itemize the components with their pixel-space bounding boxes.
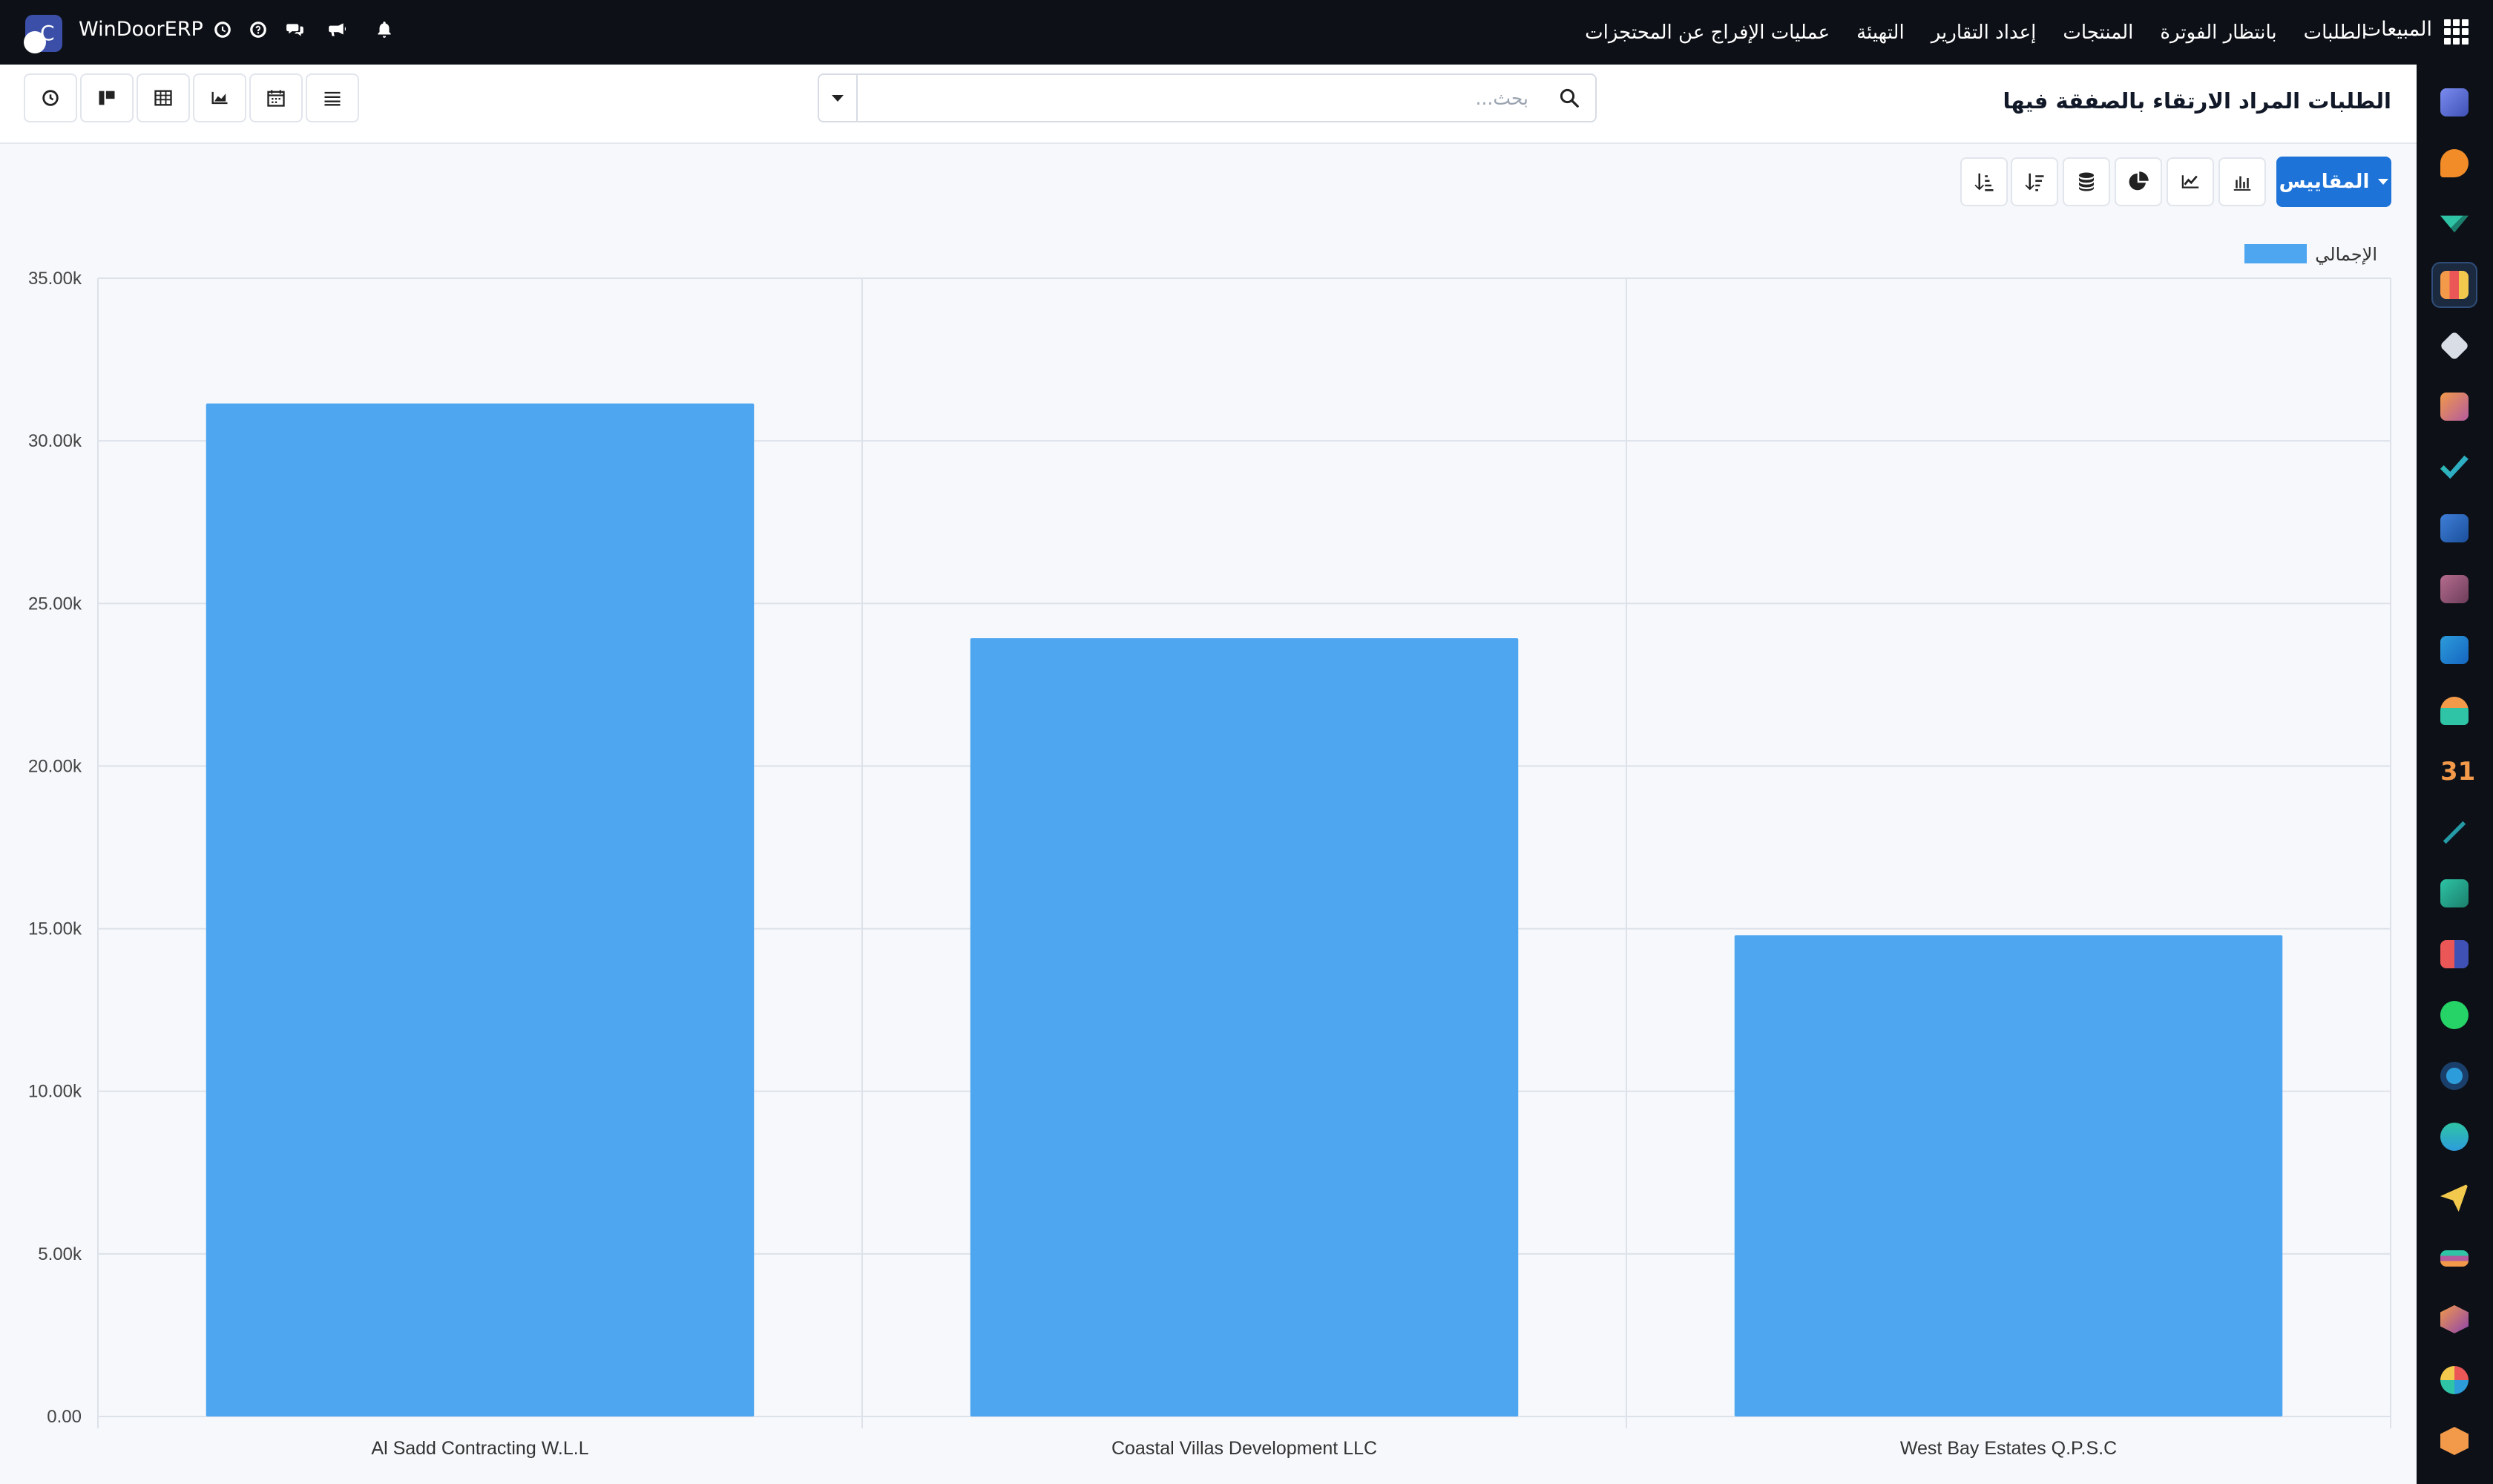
- studio-app-icon[interactable]: [2431, 1418, 2477, 1464]
- sign-app-icon[interactable]: [2431, 810, 2477, 856]
- sort-descending-button[interactable]: [2011, 157, 2058, 206]
- page-title: الطلبات المراد الارتقاء بالصفقة فيها: [2003, 88, 2391, 114]
- products-app-icon[interactable]: [2431, 384, 2477, 430]
- view-pivot-button[interactable]: [137, 73, 190, 122]
- bell-icon[interactable]: [372, 18, 396, 42]
- measures-dropdown-button[interactable]: المقاييس: [2276, 157, 2391, 207]
- search-icon[interactable]: [1558, 87, 1580, 109]
- bar-chart-icon: [2233, 176, 2251, 191]
- inventory-app-icon[interactable]: [2431, 323, 2477, 369]
- table-icon: [154, 90, 172, 106]
- line-chart-button[interactable]: [2167, 157, 2214, 206]
- caret-down-icon: [2378, 179, 2389, 185]
- announcement-icon[interactable]: [325, 18, 349, 42]
- menu-item-orders[interactable]: الطلبات: [2304, 22, 2367, 44]
- view-graph-button[interactable]: [193, 73, 246, 122]
- top-navbar: C WinDoorERP الطلبات بانتظار الفوترة الم…: [0, 0, 2493, 65]
- tasks-app-icon[interactable]: [2431, 444, 2477, 490]
- x-tick-label: Al Sadd Contracting W.L.L: [371, 1438, 588, 1459]
- caret-down-icon: [832, 94, 844, 102]
- discuss-app-icon[interactable]: [2431, 140, 2477, 186]
- company-logo-icon[interactable]: C: [24, 15, 62, 53]
- helpdesk-app-icon[interactable]: [2431, 1357, 2477, 1403]
- pie-chart-icon: [2129, 171, 2149, 191]
- dashboard-app-icon[interactable]: [2431, 931, 2477, 977]
- pie-chart-button[interactable]: [2115, 157, 2162, 206]
- view-activity-button[interactable]: [24, 73, 77, 122]
- view-kanban-button[interactable]: [80, 73, 134, 122]
- manufacturing-app-icon[interactable]: [2431, 1296, 2477, 1342]
- company-name[interactable]: WinDoorERP: [79, 18, 203, 41]
- line-chart-icon: [2181, 175, 2199, 188]
- menu-item-configuration[interactable]: التهيئة: [1856, 22, 1905, 44]
- y-tick-label: 5.00k: [38, 1244, 82, 1264]
- bar-chart-button[interactable]: [2218, 157, 2266, 206]
- menu-item-to-invoice[interactable]: بانتظار الفوترة: [2160, 22, 2276, 44]
- knowledge-app-icon[interactable]: [2431, 505, 2477, 551]
- menu-item-products[interactable]: المنتجات: [2063, 22, 2133, 44]
- y-tick-label: 20.00k: [28, 756, 82, 776]
- measures-label: المقاييس: [2279, 171, 2370, 193]
- search-bar[interactable]: [818, 73, 1597, 122]
- bar[interactable]: [1734, 935, 2283, 1416]
- whatsapp-app-icon[interactable]: [2431, 992, 2477, 1038]
- legend-label[interactable]: الإجمالي: [2315, 244, 2377, 265]
- stacked-button[interactable]: [2063, 157, 2110, 206]
- email-marketing-app-icon[interactable]: [2431, 1175, 2477, 1221]
- employees-app-icon[interactable]: [2431, 688, 2477, 734]
- y-tick-label: 30.00k: [28, 431, 82, 451]
- y-tick-label: 15.00k: [28, 919, 82, 939]
- clock-icon[interactable]: [211, 18, 234, 42]
- package-app-icon[interactable]: [2431, 566, 2477, 612]
- menu-item-retention-release[interactable]: عمليات الإفراج عن المحتجزات: [1585, 22, 1830, 44]
- y-tick-label: 10.00k: [28, 1082, 82, 1102]
- app-sidebar: 31: [2417, 65, 2493, 1484]
- y-tick-label: 35.00k: [28, 269, 82, 289]
- y-tick-label: 25.00k: [28, 594, 82, 614]
- view-list-button[interactable]: [306, 73, 359, 122]
- view-calendar-button[interactable]: [249, 73, 303, 122]
- bar[interactable]: [206, 403, 755, 1416]
- contacts-app-icon[interactable]: [2431, 870, 2477, 916]
- sort-descending-icon: [2025, 173, 2044, 191]
- sort-ascending-button[interactable]: [1960, 157, 2008, 206]
- sort-ascending-icon: [1974, 173, 1994, 191]
- x-tick-label: Coastal Villas Development LLC: [1111, 1438, 1377, 1459]
- mail-app-icon[interactable]: [2431, 79, 2477, 125]
- bar-chart: 0.00 5.00k 10.00k 15.00k 20.00k 25.00k 30.00k 3…: [28, 244, 2391, 1459]
- invoicing-app-icon[interactable]: [2431, 627, 2477, 673]
- y-tick-label: 0.00: [47, 1407, 82, 1427]
- website-app-icon[interactable]: [2431, 1114, 2477, 1160]
- search-options-toggle[interactable]: [819, 75, 858, 121]
- x-tick-label: West Bay Estates Q.P.S.C: [1900, 1438, 2117, 1459]
- calendar-app-icon[interactable]: 31: [2431, 749, 2477, 795]
- legend-swatch[interactable]: [2244, 244, 2307, 263]
- chat-icon[interactable]: [283, 18, 307, 42]
- menu-item-reporting[interactable]: إعداد التقارير: [1931, 22, 2037, 44]
- area-chart-icon: [211, 91, 228, 105]
- search-input[interactable]: [861, 81, 1528, 115]
- help-icon[interactable]: [246, 18, 270, 42]
- list-icon: [324, 91, 341, 106]
- timesheet-app-icon[interactable]: [2431, 1053, 2477, 1099]
- control-panel: الطلبات المراد الارتقاء بالصفقة فيها: [0, 65, 2417, 144]
- bar[interactable]: [970, 638, 1519, 1416]
- apps-grid-icon[interactable]: [2444, 19, 2469, 45]
- clock-icon: [42, 90, 59, 106]
- kanban-icon: [99, 91, 115, 105]
- crm-app-icon[interactable]: [2431, 201, 2477, 247]
- sales-app-icon[interactable]: [2431, 262, 2477, 308]
- accounting-app-icon[interactable]: [2431, 1235, 2477, 1281]
- app-name[interactable]: المبيعات: [2362, 18, 2432, 41]
- top-menu: الطلبات بانتظار الفوترة المنتجات إعداد ا…: [1585, 0, 2367, 65]
- calendar-icon: [267, 90, 285, 107]
- database-icon: [2079, 172, 2094, 191]
